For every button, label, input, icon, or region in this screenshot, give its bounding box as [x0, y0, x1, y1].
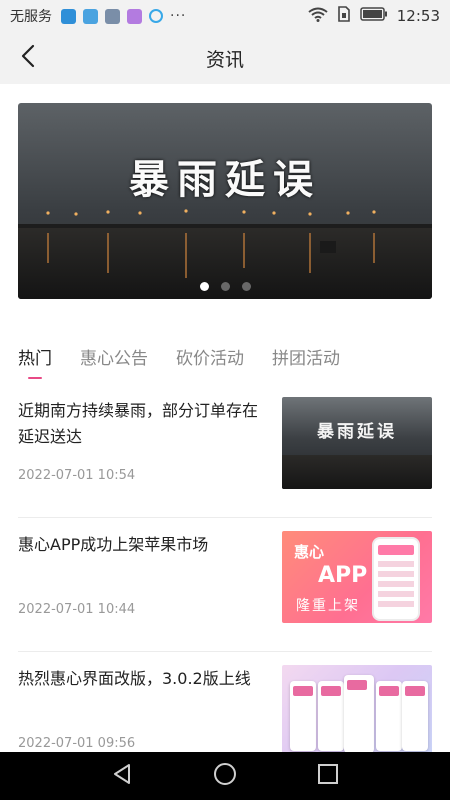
chart-app-icon — [83, 8, 98, 24]
carousel-dot-active[interactable] — [199, 282, 209, 291]
sim-icon — [337, 6, 351, 26]
ui-screenshot-image — [376, 681, 402, 751]
tab-announcements[interactable]: 惠心公告 — [80, 344, 148, 379]
news-thumbnail — [282, 665, 432, 757]
home-circle-icon — [213, 762, 237, 790]
recents-square-icon — [317, 763, 339, 789]
ui-screenshot-image — [318, 681, 344, 751]
news-title: 热烈惠心界面改版，3.0.2版上线 — [18, 669, 251, 688]
clock-label: 12:53 — [396, 7, 440, 25]
news-item[interactable]: 近期南方持续暴雨，部分订单存在延迟送达 2022-07-01 10:54 暴雨延… — [0, 384, 450, 518]
status-left: 无服务 ··· — [10, 6, 186, 26]
carousel-dot[interactable] — [241, 282, 251, 291]
ui-screenshot-image — [344, 675, 374, 753]
ui-screenshot-image — [402, 681, 428, 751]
app-header: 资讯 — [0, 32, 450, 84]
back-arrow-icon — [20, 44, 36, 72]
back-button[interactable] — [10, 40, 46, 76]
tab-hot[interactable]: 热门 — [18, 344, 52, 379]
thumbnail-app-text: APP — [318, 563, 368, 588]
banner-carousel[interactable]: 暴雨延误 — [18, 103, 432, 299]
thumbnail-launch-text: 隆重上架 — [296, 598, 360, 614]
news-date: 2022-07-01 09:56 — [18, 736, 136, 751]
battery-icon — [360, 7, 388, 25]
back-triangle-icon — [111, 763, 133, 789]
carousel-indicator — [18, 282, 432, 291]
gallery-icon — [105, 8, 120, 24]
page-title: 资讯 — [205, 48, 244, 71]
status-right: 12:53 — [308, 6, 440, 26]
category-tabs: 热门 惠心公告 砍价活动 拼团活动 — [18, 344, 340, 379]
ui-screenshot-image — [290, 681, 316, 751]
news-thumbnail: 暴雨延误 — [282, 397, 432, 489]
banner-headline: 暴雨延误 — [129, 156, 321, 203]
news-date: 2022-07-01 10:54 — [18, 468, 136, 483]
tab-group-buy-events[interactable]: 拼团活动 — [272, 344, 340, 379]
news-item[interactable]: 惠心APP成功上架苹果市场 2022-07-01 10:44 惠心 APP 隆重… — [0, 518, 450, 652]
news-title: 惠心APP成功上架苹果市场 — [18, 535, 209, 554]
news-thumbnail: 惠心 APP 隆重上架 — [282, 531, 432, 623]
tab-bargain-events[interactable]: 砍价活动 — [176, 344, 244, 379]
thumbnail-brand-text: 惠心 — [294, 543, 325, 561]
nav-back-button[interactable] — [102, 756, 142, 796]
news-list: 近期南方持续暴雨，部分订单存在延迟送达 2022-07-01 10:54 暴雨延… — [0, 384, 450, 786]
carousel-dot[interactable] — [220, 282, 230, 291]
system-nav-bar — [0, 752, 450, 800]
news-title: 近期南方持续暴雨，部分订单存在延迟送达 — [18, 401, 259, 446]
carrier-label: 无服务 — [10, 9, 52, 25]
qq-icon — [61, 8, 76, 24]
wet-ground — [282, 455, 432, 489]
browser-icon — [149, 9, 163, 23]
thumbnail-text: 暴雨延误 — [317, 422, 397, 442]
nav-home-button[interactable] — [205, 756, 245, 796]
news-date: 2022-07-01 10:44 — [18, 602, 136, 617]
phone-mockup-image — [372, 537, 420, 621]
message-icon — [127, 8, 142, 24]
more-notifications-icon: ··· — [170, 8, 187, 24]
status-bar: 无服务 ··· 12:53 — [0, 0, 450, 32]
wifi-icon — [308, 7, 328, 26]
nav-recents-button[interactable] — [308, 756, 348, 796]
